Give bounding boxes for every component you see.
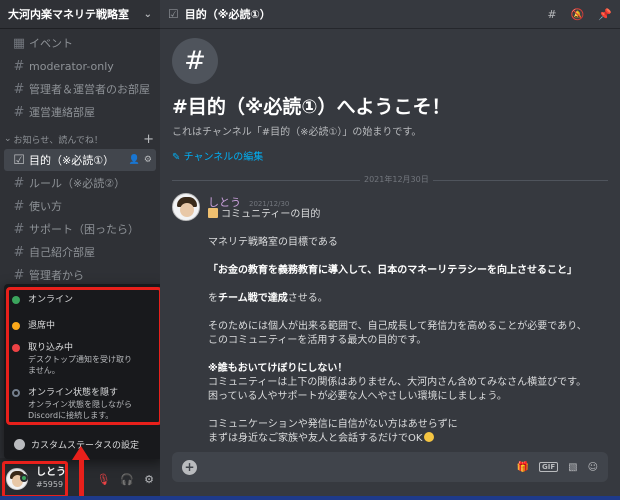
hash-icon: # bbox=[13, 267, 25, 283]
channel-title: 目的（※必読①） bbox=[184, 8, 271, 21]
channel-label: 管理者から bbox=[29, 269, 84, 282]
chevron-down-icon: ⌄ bbox=[4, 134, 12, 144]
gear-icon[interactable]: ⚙ bbox=[144, 155, 152, 165]
channel-events[interactable]: ▦ イベント bbox=[4, 32, 156, 54]
message-line: そのためには個人が出来る範囲で、自己成長して発信力を高めることが必要であり、 bbox=[208, 321, 587, 332]
channel-moderator-only[interactable]: # moderator-only bbox=[4, 55, 156, 77]
rules-channel-icon: ☑ bbox=[168, 7, 179, 21]
message-line: コミュニティーは上下の関係はありません、大河内さん含めてみなさん横並びです。 bbox=[208, 377, 587, 388]
message-content: コミュニティーの目的 マネリテ戦略室の目標である 「お金の教育を義務教育に導入し… bbox=[208, 208, 608, 446]
ok-hand-icon bbox=[424, 432, 435, 442]
message-timestamp: 2021/12/30 bbox=[249, 200, 290, 208]
channel-label: 自己紹介部屋 bbox=[29, 246, 95, 259]
upload-plus-icon[interactable]: + bbox=[182, 459, 197, 475]
channel-support[interactable]: # サポート（困ったら） bbox=[4, 218, 156, 240]
hash-icon: # bbox=[13, 81, 25, 97]
category-label: お知らせ、読んでね！ bbox=[13, 135, 103, 146]
channel-label: 運営連絡部屋 bbox=[29, 106, 95, 119]
chevron-down-icon: ⌄ bbox=[143, 8, 152, 20]
channel-from-admin[interactable]: # 管理者から bbox=[4, 264, 156, 286]
channel-intro[interactable]: # 自己紹介部屋 bbox=[4, 241, 156, 263]
message-line: コミュニティーの目的 bbox=[208, 208, 608, 222]
annotation-highlight-box bbox=[6, 287, 162, 425]
message-line: 困っている人やサポートが必要な人へやさしい環境にしましょう。 bbox=[208, 391, 507, 402]
channel-label: イベント bbox=[29, 37, 73, 50]
notification-bell-muted-icon[interactable]: 🔕 bbox=[571, 8, 585, 21]
message-line: マネリテ戦略室の目標である bbox=[208, 237, 338, 248]
welcome-subtitle: これはチャンネル「#目的（※必読①）」の始まりです。 bbox=[172, 127, 422, 138]
channel-label: 目的（※必読①） bbox=[29, 154, 115, 167]
pin-icon[interactable]: 📌 bbox=[598, 8, 612, 21]
hash-icon: # bbox=[13, 175, 25, 191]
hash-icon: # bbox=[13, 244, 25, 260]
message-line: まずは身近なご家族や友人と会話するだけでOK bbox=[208, 432, 608, 446]
message-line: をチーム戦で達成させる。 bbox=[208, 293, 328, 304]
mic-muted-icon[interactable]: 🎙 bbox=[96, 473, 110, 486]
office-building-icon bbox=[208, 208, 218, 218]
channel-rules[interactable]: # ルール（※必読②） bbox=[4, 172, 156, 194]
channel-label: moderator-only bbox=[29, 59, 114, 73]
hash-icon: # bbox=[13, 221, 25, 237]
sticker-icon[interactable]: ▧ bbox=[568, 462, 577, 473]
server-header[interactable]: 大河内楽マネリテ戦略室 ⌄ bbox=[0, 0, 160, 28]
message-composer[interactable]: + 🎁 GIF ▧ ☺ bbox=[172, 452, 608, 482]
category-announcements[interactable]: ⌄ お知らせ、読んでね！ + bbox=[0, 129, 160, 149]
channel-label: ルール（※必読②） bbox=[29, 177, 126, 190]
threads-icon[interactable]: # bbox=[547, 8, 556, 21]
taskbar-strip bbox=[0, 496, 620, 500]
calendar-icon: ▦ bbox=[12, 35, 26, 51]
hash-icon: # bbox=[13, 198, 25, 214]
headphones-icon[interactable]: 🎧 bbox=[120, 473, 134, 486]
edit-channel-label: チャンネルの編集 bbox=[183, 152, 264, 163]
channel-admin-room[interactable]: # 管理者＆運営者のお部屋 bbox=[4, 78, 156, 100]
message-avatar[interactable] bbox=[172, 193, 200, 221]
emoji-icon[interactable]: ☺ bbox=[588, 462, 598, 473]
hash-icon: # bbox=[13, 104, 25, 120]
message-line: コミュニケーションや発信に自信がない方はあせらずに bbox=[208, 419, 458, 430]
server-name: 大河内楽マネリテ戦略室 bbox=[8, 8, 129, 21]
smile-icon bbox=[14, 438, 25, 450]
channel-ops-contact[interactable]: # 運営連絡部屋 bbox=[4, 101, 156, 123]
gear-icon[interactable]: ⚙ bbox=[144, 473, 154, 486]
hash-icon: # bbox=[172, 38, 218, 84]
hash-icon: # bbox=[13, 58, 25, 74]
channel-label: サポート（困ったら） bbox=[29, 223, 139, 236]
chat-area: ☑ 目的（※必読①） # 🔕 📌 # #目的（※必読①）へようこそ！ これはチャ… bbox=[160, 0, 620, 500]
message-line: 「お金の教育を義務教育に導入して、日本のマネーリテラシーを向上させること」 bbox=[208, 265, 577, 276]
message-line: このコミュニティーを活用する最大の目的です。 bbox=[208, 335, 427, 346]
channel-howto[interactable]: # 使い方 bbox=[4, 195, 156, 217]
invite-icon[interactable]: 👤 bbox=[129, 155, 140, 165]
date-divider-label: 2021年12月30日 bbox=[360, 174, 433, 185]
channel-list: ▦ イベント # moderator-only # 管理者＆運営者のお部屋 # … bbox=[0, 28, 160, 286]
rules-channel-icon: ☑ bbox=[13, 152, 25, 168]
channel-welcome: # #目的（※必読①）へようこそ！ これはチャンネル「#目的（※必読①）」の始ま… bbox=[172, 38, 450, 163]
welcome-title: #目的（※必読①）へようこそ！ bbox=[172, 96, 451, 118]
channel-topbar: ☑ 目的（※必読①） # 🔕 📌 bbox=[160, 0, 620, 28]
channel-label: 使い方 bbox=[29, 200, 62, 213]
pencil-icon: ✎ bbox=[172, 152, 181, 163]
message-line: ※誰もおいてけぼりにしない！ bbox=[208, 363, 348, 374]
annotation-user-box bbox=[2, 461, 68, 498]
channel-label: 管理者＆運営者のお部屋 bbox=[29, 83, 150, 96]
channel-purpose[interactable]: ☑ 目的（※必読①） 👤 ⚙ bbox=[4, 149, 156, 171]
gif-button[interactable]: GIF bbox=[538, 462, 559, 472]
edit-channel-link[interactable]: ✎ チャンネルの編集 bbox=[172, 148, 450, 163]
annotation-arrow-shaft bbox=[79, 455, 84, 500]
gift-icon[interactable]: 🎁 bbox=[517, 462, 529, 473]
add-channel-icon[interactable]: + bbox=[143, 132, 154, 147]
